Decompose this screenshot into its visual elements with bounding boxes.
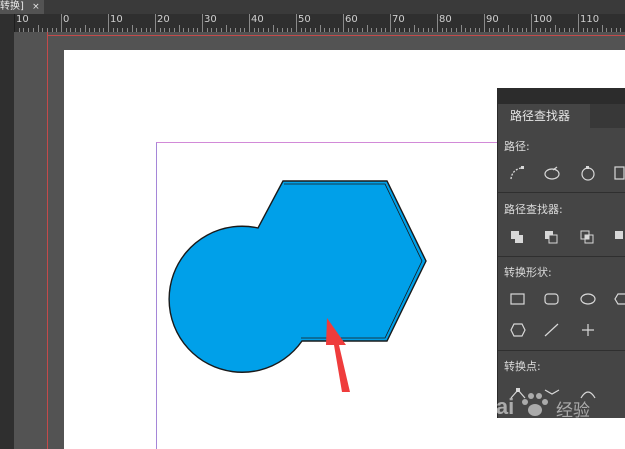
join-path-icon <box>510 166 524 180</box>
paw-logo-icon <box>522 393 548 416</box>
panel-tabbar <box>590 104 625 128</box>
convert-rounded-rectangle-button[interactable] <box>542 290 562 308</box>
panel-header[interactable] <box>498 88 625 104</box>
plus-icon <box>582 324 594 336</box>
polygon-icon <box>510 323 526 337</box>
line-icon <box>544 323 559 337</box>
convert-rectangle-button[interactable] <box>508 290 528 308</box>
watermark: Bai 经验 jingyan.baidu.com <box>478 388 625 444</box>
convert-line-button[interactable] <box>542 321 562 339</box>
close-path-icon <box>581 166 595 181</box>
section-convert-shape-label: 转换形状: <box>504 266 552 279</box>
exclude-overlap-button[interactable] <box>612 228 625 246</box>
rounded-rectangle-icon <box>544 293 559 305</box>
pathfinder-panel: 路径查找器 路径: 路径查找器: 转换形状: 转换点: <box>497 88 625 418</box>
rectangle-icon <box>510 293 525 305</box>
section-convert-point-label: 转换点: <box>504 360 541 373</box>
reverse-path-button[interactable] <box>612 164 625 182</box>
intersect-button[interactable] <box>578 228 598 246</box>
close-path-button[interactable] <box>578 164 598 182</box>
section-path-label: 路径: <box>504 140 530 153</box>
convert-polygon-button[interactable] <box>508 321 528 339</box>
bevel-rectangle-icon <box>614 293 625 305</box>
ellipse-icon <box>580 293 596 305</box>
subtract-shape-icon <box>545 231 558 244</box>
subtract-button[interactable] <box>542 228 562 246</box>
section-divider <box>498 350 625 351</box>
watermark-brand-cn: 经验 <box>556 401 590 420</box>
exclude-overlap-icon <box>615 231 623 239</box>
section-pathfinder-label: 路径查找器: <box>504 203 563 216</box>
add-shape-icon <box>511 231 523 243</box>
open-path-icon <box>544 166 560 180</box>
convert-ellipse-button[interactable] <box>578 290 598 308</box>
watermark-brand: Bai <box>480 394 515 419</box>
add-button[interactable] <box>508 228 528 246</box>
convert-bevel-button[interactable] <box>612 290 625 308</box>
join-path-button[interactable] <box>508 164 528 182</box>
watermark-url: jingyan.baidu.com <box>482 424 571 436</box>
tab-pathfinder[interactable]: 路径查找器 <box>498 104 590 128</box>
intersect-shape-icon <box>580 230 594 244</box>
reverse-path-icon <box>614 166 625 180</box>
section-divider <box>498 256 625 257</box>
combined-shape[interactable] <box>168 180 427 373</box>
convert-orthogonal-line-button[interactable] <box>578 321 598 339</box>
open-path-button[interactable] <box>542 164 562 182</box>
section-divider <box>498 192 625 193</box>
